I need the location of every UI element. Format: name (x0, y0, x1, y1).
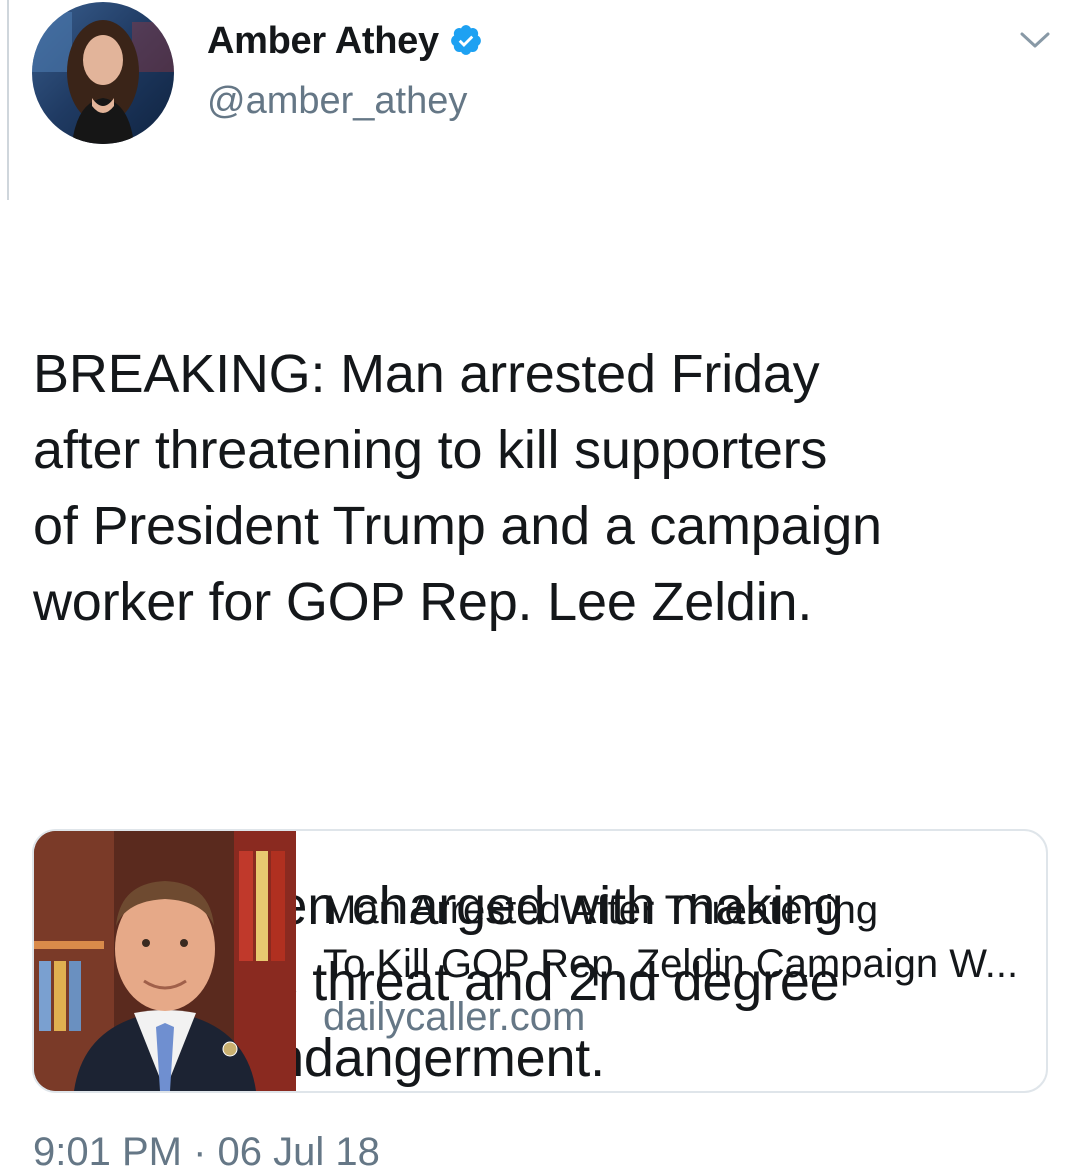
link-card-title-line-2[interactable]: To Kill GOP Rep. Zeldin Campaign W... (323, 937, 1033, 991)
left-edge-divider (0, 0, 9, 200)
verified-badge-icon (450, 25, 481, 55)
author-avatar[interactable] (32, 2, 174, 144)
link-card-title[interactable]: Man Arrested After Threatening To Kill G… (323, 883, 1033, 991)
link-card-domain[interactable]: dailycaller.com (323, 995, 585, 1040)
tweet-paragraph-1: BREAKING: Man arrested Friday after thre… (33, 344, 882, 632)
article-thumbnail-icon (34, 831, 296, 1091)
author-handle[interactable]: @amber_athey (207, 80, 467, 123)
author-name-text[interactable]: Amber Athey (207, 20, 439, 62)
chevron-down-icon[interactable] (1018, 28, 1052, 52)
link-card-title-line-1[interactable]: Man Arrested After Threatening (323, 883, 1033, 937)
avatar-photo-icon (32, 2, 174, 144)
author-display-name[interactable]: Amber Athey (207, 20, 483, 63)
link-preview-card[interactable]: Man Arrested After Threatening To Kill G… (32, 829, 1048, 1093)
tweet-timestamp[interactable]: 9:01 PM · 06 Jul 18 (33, 1130, 380, 1175)
